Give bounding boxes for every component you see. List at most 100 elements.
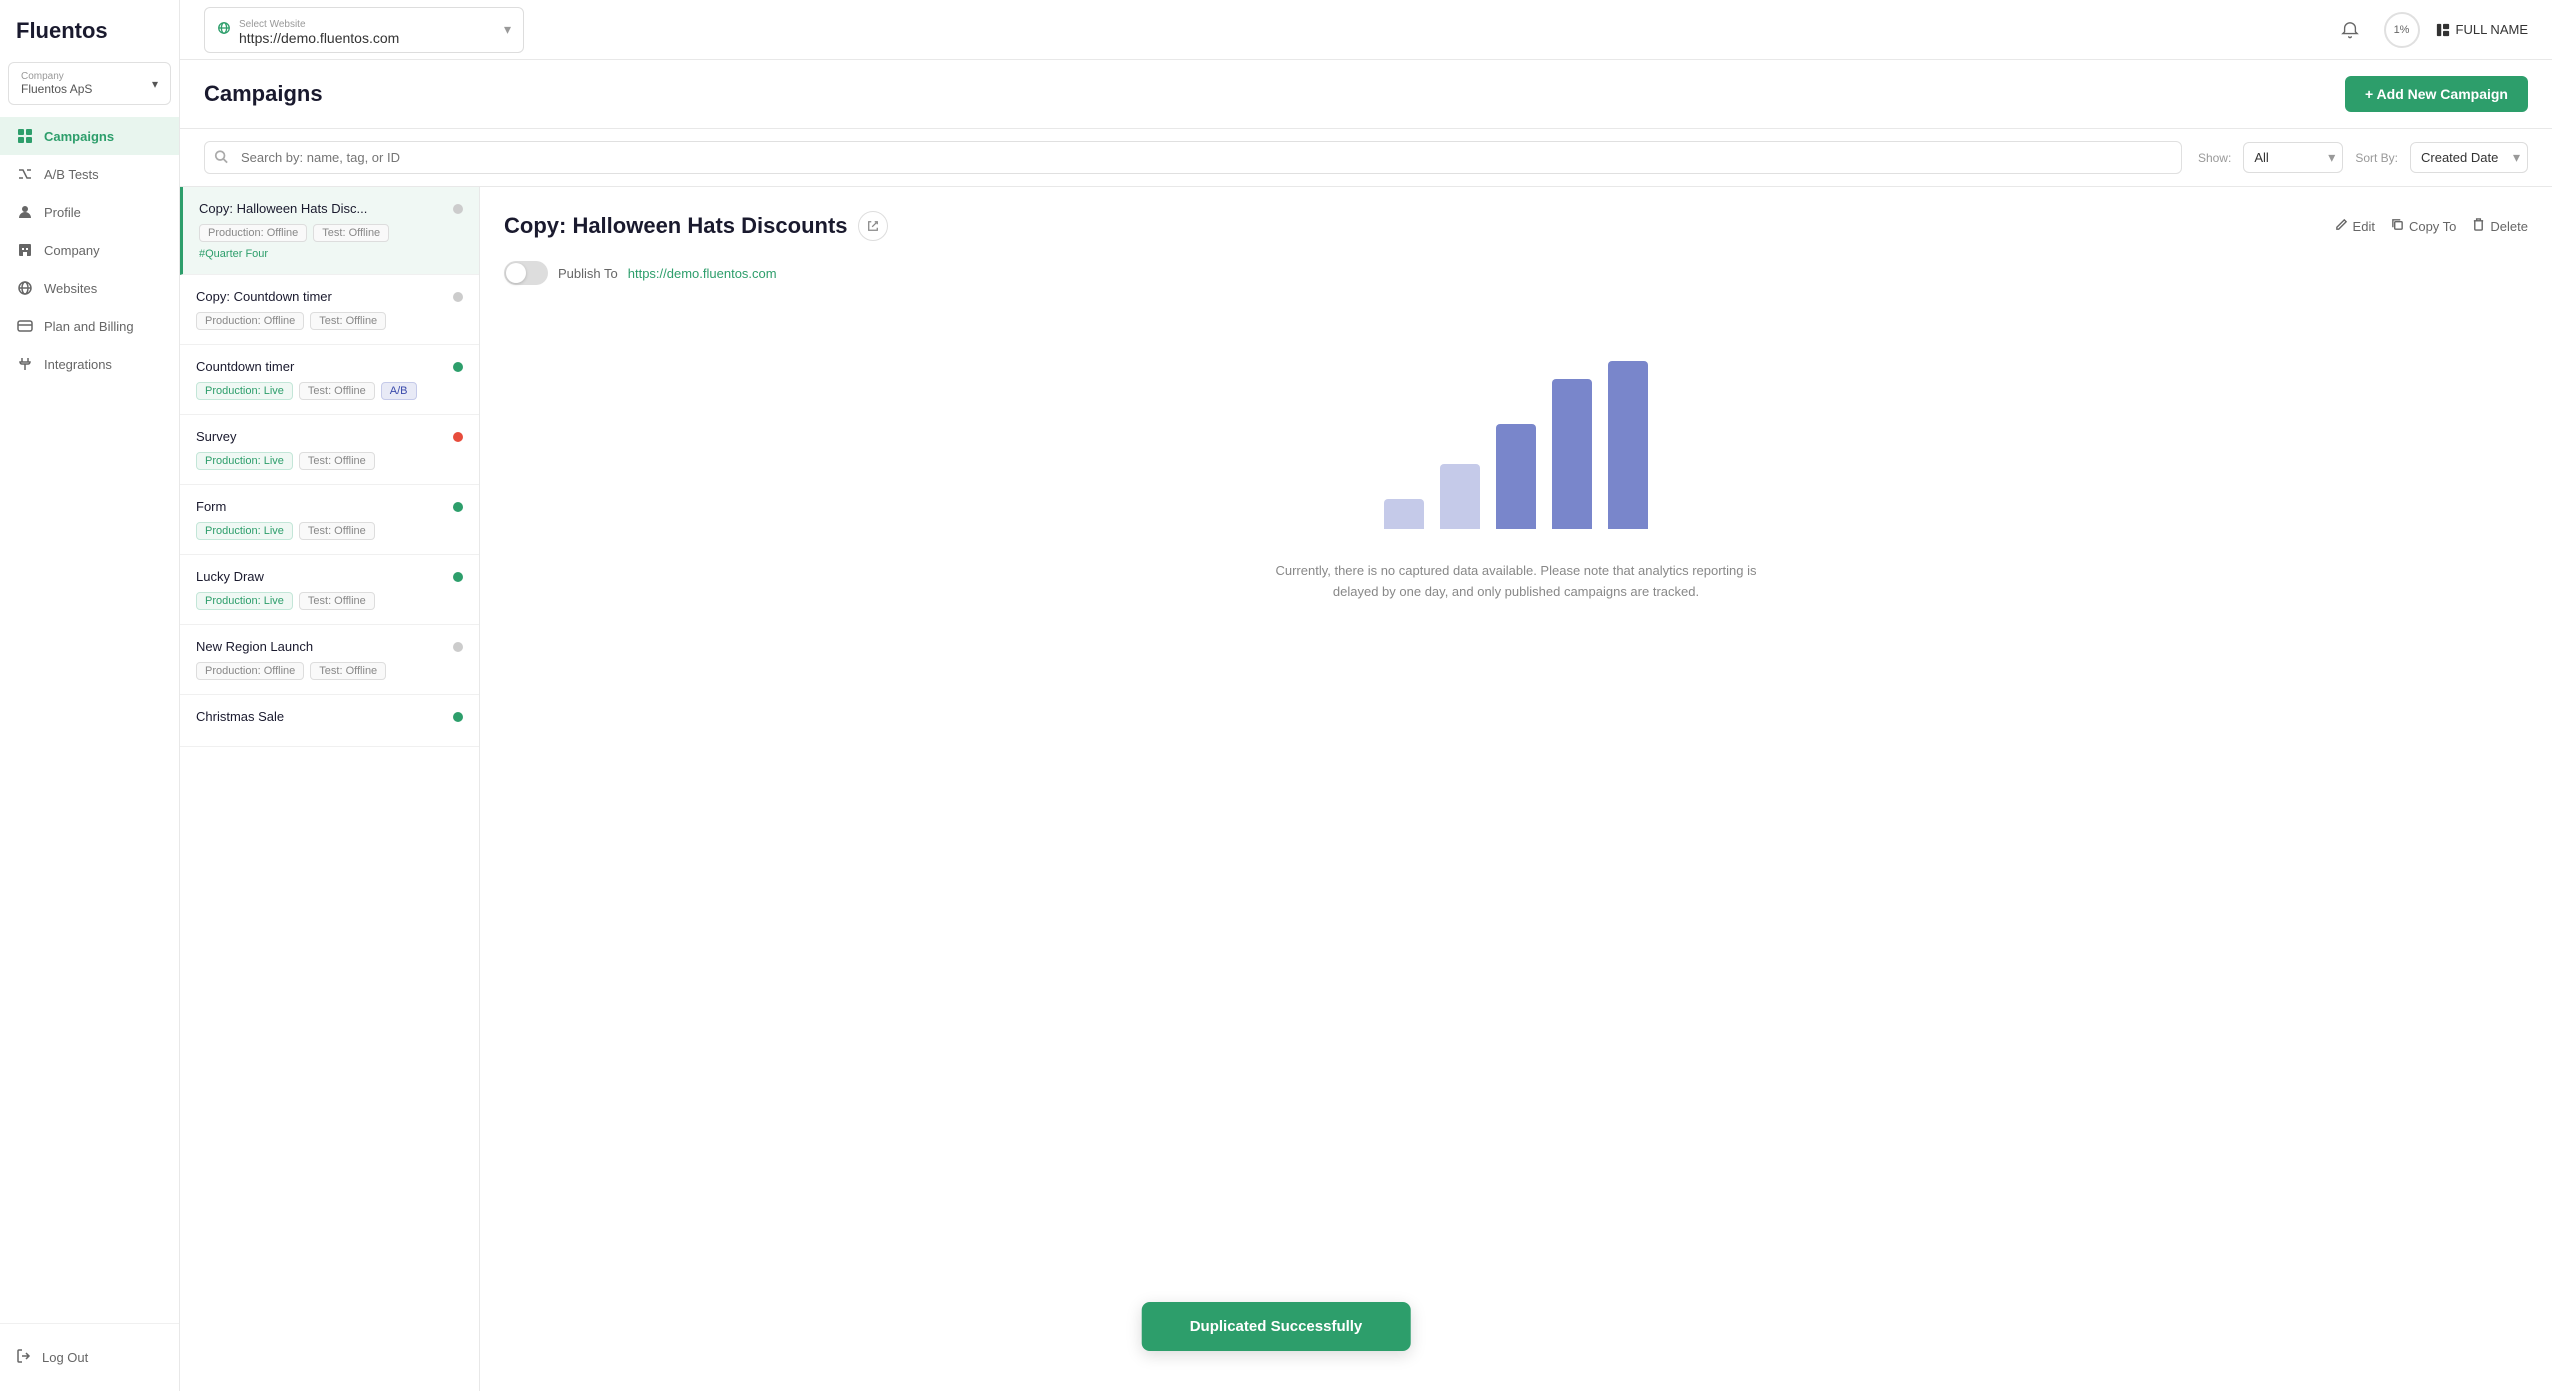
campaign-tags: Production: LiveTest: OfflineA/B xyxy=(196,382,463,400)
campaign-item-name: Countdown timer xyxy=(196,359,453,374)
campaign-tags: Production: LiveTest: Offline xyxy=(196,592,463,610)
campaign-list-item[interactable]: Christmas Sale xyxy=(180,695,479,747)
campaign-list-item[interactable]: Copy: Halloween Hats Disc... Production:… xyxy=(180,187,479,275)
search-filter-bar: Show: All ▾ Sort By: Created Date ▾ xyxy=(180,129,2552,187)
campaign-list: Copy: Halloween Hats Disc... Production:… xyxy=(180,187,480,1391)
globe-icon xyxy=(16,279,34,297)
sidebar-item-label: Profile xyxy=(44,205,81,220)
grid-icon xyxy=(16,127,34,145)
delete-label: Delete xyxy=(2490,219,2528,234)
add-campaign-label: + Add New Campaign xyxy=(2365,86,2508,102)
detail-actions: Edit Copy To Delete xyxy=(2335,218,2528,234)
chart-empty-text: Currently, there is no captured data ava… xyxy=(1256,561,1776,603)
campaign-tag: Production: Offline xyxy=(199,224,307,242)
notifications-button[interactable] xyxy=(2332,12,2368,48)
sidebar-item-websites[interactable]: Websites xyxy=(0,269,179,307)
detail-header: Copy: Halloween Hats Discounts Edit xyxy=(504,211,2528,241)
company-selector[interactable]: Company Fluentos ApS ▾ xyxy=(8,62,171,105)
campaign-list-item[interactable]: Lucky Draw Production: LiveTest: Offline xyxy=(180,555,479,625)
trash-icon xyxy=(2472,218,2485,234)
campaign-tag: Production: Live xyxy=(196,522,293,540)
publish-toggle[interactable] xyxy=(504,261,548,285)
sidebar-item-profile[interactable]: Profile xyxy=(0,193,179,231)
search-wrapper xyxy=(204,141,2182,174)
logout-icon xyxy=(16,1348,32,1367)
campaign-tags: Production: Live Test: Offline xyxy=(196,522,463,540)
status-dot xyxy=(453,502,463,512)
page-header: Campaigns + Add New Campaign xyxy=(180,60,2552,129)
publish-url[interactable]: https://demo.fluentos.com xyxy=(628,266,777,281)
edit-button[interactable]: Edit xyxy=(2335,218,2375,234)
sidebar-item-ab[interactable]: A/B Tests xyxy=(0,155,179,193)
sidebar-item-campaigns[interactable]: Campaigns xyxy=(0,117,179,155)
status-dot xyxy=(453,292,463,302)
avatar[interactable]: 1% xyxy=(2384,12,2420,48)
delete-button[interactable]: Delete xyxy=(2472,218,2528,234)
external-link-button[interactable] xyxy=(858,211,888,241)
sidebar-nav: Campaigns A/B Tests Profile Company xyxy=(0,113,179,1323)
copy-to-label: Copy To xyxy=(2409,219,2456,234)
publish-row: Publish To https://demo.fluentos.com xyxy=(504,261,2528,285)
sidebar-item-label: Websites xyxy=(44,281,97,296)
filter-group: Show: All ▾ Sort By: Created Date ▾ xyxy=(2198,142,2528,173)
sidebar-item-billing[interactable]: Plan and Billing xyxy=(0,307,179,345)
page-title: Campaigns xyxy=(204,81,323,107)
campaign-item-name: New Region Launch xyxy=(196,639,453,654)
campaign-tag: Test: Offline xyxy=(299,382,375,400)
campaign-tag: Test: Offline xyxy=(299,452,375,470)
campaign-list-item[interactable]: Survey Production: LiveTest: Offline xyxy=(180,415,479,485)
logout-button[interactable]: Log Out xyxy=(16,1340,163,1375)
campaign-list-item[interactable]: Form Production: Live Test: Offline xyxy=(180,485,479,555)
campaign-item-header: Form xyxy=(196,499,463,514)
sidebar-item-label: Company xyxy=(44,243,100,258)
copy-to-button[interactable]: Copy To xyxy=(2391,218,2456,234)
sort-filter-select[interactable]: Created Date xyxy=(2410,142,2528,173)
logo: Fluentos xyxy=(0,0,179,62)
campaign-tag: Test: Offline xyxy=(299,592,375,610)
campaign-item-header: Countdown timer xyxy=(196,359,463,374)
chart-area: Currently, there is no captured data ava… xyxy=(504,309,2528,623)
sidebar-item-label: Plan and Billing xyxy=(44,319,134,334)
sidebar-item-label: Campaigns xyxy=(44,129,114,144)
user-name: FULL NAME xyxy=(2456,22,2528,37)
status-dot xyxy=(453,712,463,722)
campaign-tag: Test: Offline xyxy=(310,312,386,330)
status-dot xyxy=(453,642,463,652)
chart-bar xyxy=(1608,361,1648,529)
campaign-item-header: Christmas Sale xyxy=(196,709,463,724)
detail-title: Copy: Halloween Hats Discounts xyxy=(504,213,848,239)
sidebar-item-integrations[interactable]: Integrations xyxy=(0,345,179,383)
chart-bars xyxy=(1384,349,1648,529)
campaign-list-item[interactable]: Countdown timer Production: LiveTest: Of… xyxy=(180,345,479,415)
topbar: Select Website https://demo.fluentos.com… xyxy=(180,0,2552,60)
show-filter-wrap: All ▾ xyxy=(2243,142,2343,173)
campaign-tags: Production: OfflineTest: Offline xyxy=(196,312,463,330)
user-menu-button[interactable]: FULL NAME xyxy=(2436,22,2528,37)
credit-card-icon xyxy=(16,317,34,335)
campaign-list-item[interactable]: Copy: Countdown timer Production: Offlin… xyxy=(180,275,479,345)
edit-icon xyxy=(2335,218,2348,234)
campaign-tag: A/B xyxy=(381,382,417,400)
globe-icon xyxy=(217,21,231,38)
chevron-down-icon: ▾ xyxy=(152,77,158,91)
topbar-right: 1% FULL NAME xyxy=(2332,12,2528,48)
website-url: https://demo.fluentos.com xyxy=(239,30,399,46)
show-filter-select[interactable]: All xyxy=(2243,142,2343,173)
main-content: Select Website https://demo.fluentos.com… xyxy=(180,0,2552,1391)
campaign-item-name: Copy: Halloween Hats Disc... xyxy=(199,201,453,216)
campaign-list-item[interactable]: New Region Launch Production: OfflineTes… xyxy=(180,625,479,695)
toggle-knob xyxy=(506,263,526,283)
toast-message: Duplicated Successfully xyxy=(1190,1318,1363,1335)
campaign-item-name: Christmas Sale xyxy=(196,709,453,724)
chart-bar xyxy=(1440,464,1480,529)
company-label: Company xyxy=(21,71,92,82)
search-input[interactable] xyxy=(204,141,2182,174)
sidebar-item-company[interactable]: Company xyxy=(0,231,179,269)
website-selector[interactable]: Select Website https://demo.fluentos.com… xyxy=(204,7,524,53)
campaign-tag: Test: Offline xyxy=(299,522,375,540)
campaign-item-name: Survey xyxy=(196,429,453,444)
campaign-tags: Production: OfflineTest: Offline xyxy=(199,224,463,242)
add-campaign-button[interactable]: + Add New Campaign xyxy=(2345,76,2528,112)
campaign-item-name: Copy: Countdown timer xyxy=(196,289,453,304)
app-name: Fluentos xyxy=(16,18,108,43)
